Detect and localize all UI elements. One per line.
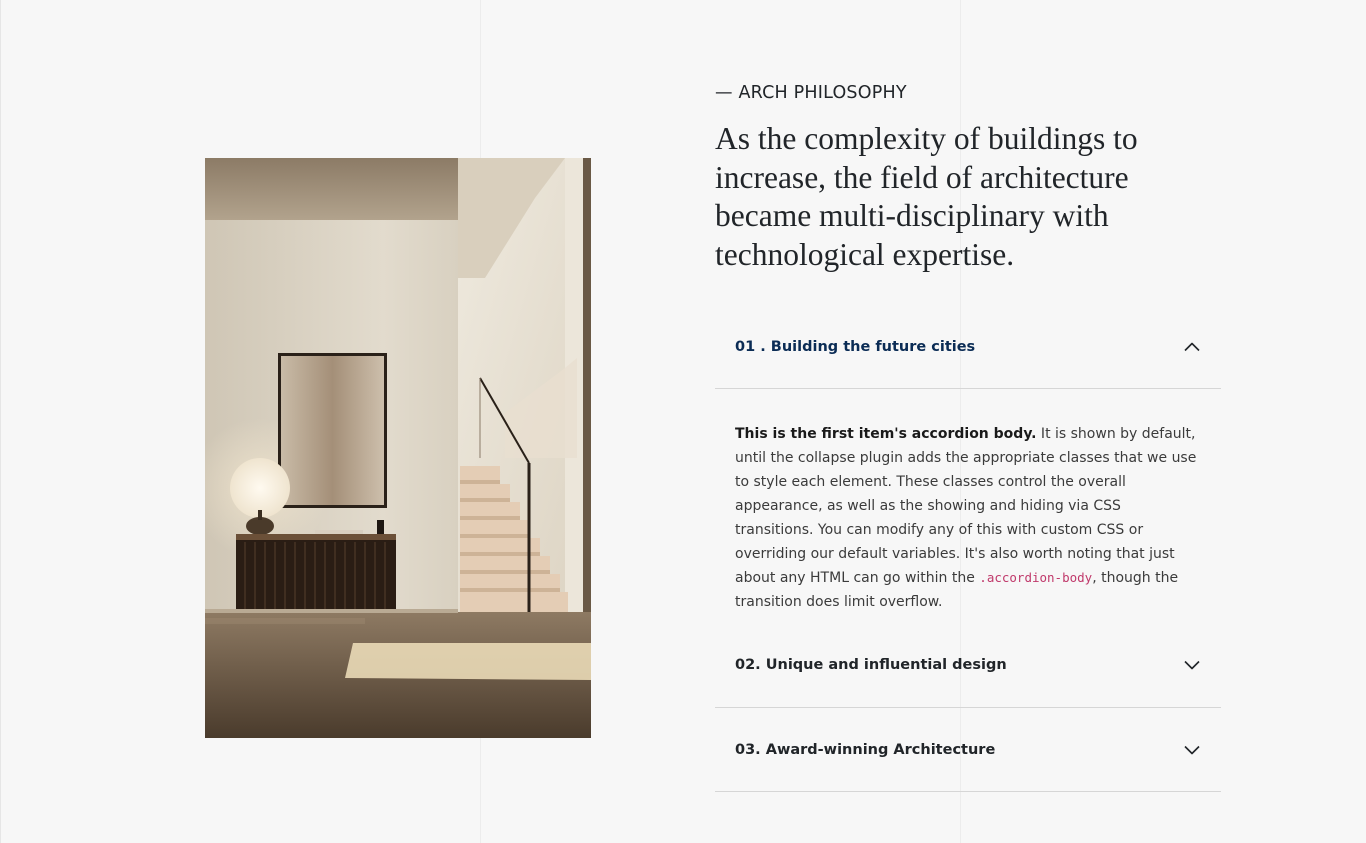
- section-eyebrow: — ARCH PHILOSOPHY: [715, 83, 907, 103]
- accordion-title: 02. Unique and influential design: [735, 656, 1007, 673]
- interior-photo: [205, 158, 591, 738]
- accordion-title: 03. Award-winning Architecture: [735, 741, 996, 758]
- accordion-body-text: It is shown by default, until the collap…: [735, 426, 1197, 586]
- philosophy-section: — ARCH PHILOSOPHY As the complexity of b…: [715, 82, 1221, 274]
- chevron-up-icon: [1183, 338, 1201, 356]
- accordion-toggle-3[interactable]: 03. Award-winning Architecture: [715, 708, 1221, 791]
- accordion-toggle-1[interactable]: 01 . Building the future cities: [715, 306, 1221, 389]
- section-heading: As the complexity of buildings to increa…: [715, 121, 1138, 272]
- accordion-item-1: 01 . Building the future cities This is …: [715, 306, 1221, 622]
- grid-line: [0, 0, 1, 843]
- accordion: 01 . Building the future cities This is …: [715, 306, 1221, 792]
- accordion-title: 01 . Building the future cities: [735, 339, 976, 355]
- accordion-toggle-2[interactable]: 02. Unique and influential design: [715, 622, 1221, 707]
- accordion-item-3: 03. Award-winning Architecture: [715, 708, 1221, 792]
- accordion-body-1: This is the first item's accordion body.…: [715, 389, 1221, 622]
- accordion-body-code: .accordion-body: [979, 570, 1093, 585]
- chevron-down-icon: [1183, 656, 1201, 674]
- accordion-body-strong: This is the first item's accordion body.: [735, 426, 1037, 442]
- accordion-item-2: 02. Unique and influential design: [715, 622, 1221, 708]
- chevron-down-icon: [1183, 741, 1201, 759]
